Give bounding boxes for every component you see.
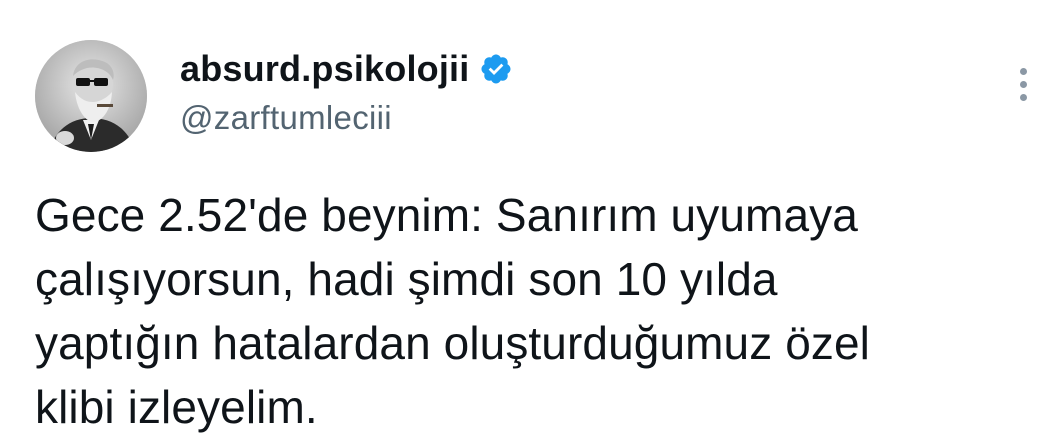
more-dot — [1019, 80, 1027, 88]
more-dot — [1019, 93, 1027, 101]
author-avatar[interactable] — [35, 40, 147, 152]
more-dot — [1019, 67, 1027, 75]
tweet-card: absurd.psikolojii @zarftumleciii Gece 2.… — [0, 0, 1040, 439]
avatar-portrait-icon — [35, 40, 147, 152]
author-display-name[interactable]: absurd.psikolojii — [180, 47, 469, 91]
author-name-row: absurd.psikolojii — [180, 47, 513, 91]
author-handle[interactable]: @zarftumleciii — [180, 98, 392, 138]
more-options-icon[interactable] — [1005, 62, 1040, 106]
tweet-text: Gece 2.52'de beynim: Sanırım uyumaya çal… — [35, 189, 870, 433]
verified-badge-icon — [479, 52, 513, 86]
